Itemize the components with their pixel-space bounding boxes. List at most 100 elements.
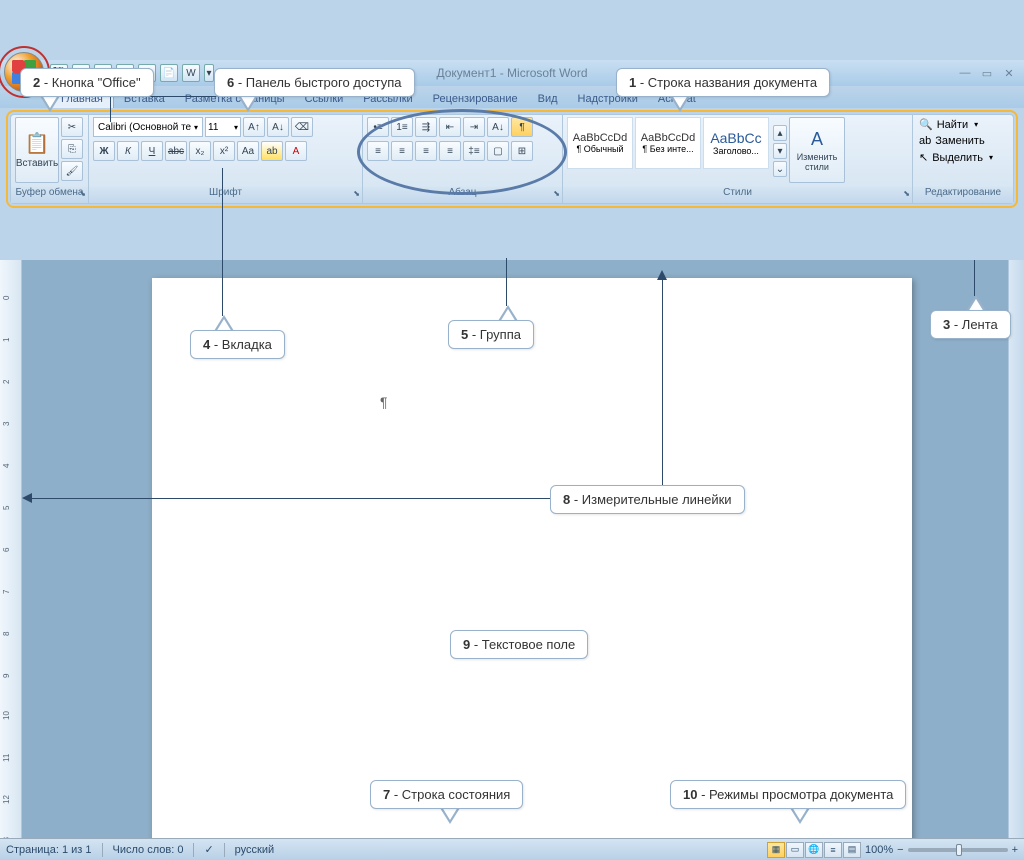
pilcrow-mark: ¶ <box>380 394 388 410</box>
tab-view[interactable]: Вид <box>528 90 568 108</box>
align-center-button[interactable]: ≡ <box>391 141 413 161</box>
close-button[interactable]: ✕ <box>1002 67 1016 80</box>
title-bar: 💾 ↶ ↷ ▦ 🖶 📄 W ▾ Документ1 - Microsoft Wo… <box>0 60 1024 86</box>
clear-format-button[interactable]: ⌫ <box>291 117 313 137</box>
strike-button[interactable]: abc <box>165 141 187 161</box>
page[interactable]: ¶ <box>152 278 912 838</box>
qat-preview-icon[interactable]: 📄 <box>160 64 178 82</box>
decrease-indent-button[interactable]: ⇤ <box>439 117 461 137</box>
arrow-8-v <box>662 278 663 486</box>
view-fullscreen[interactable]: ▭ <box>786 842 804 858</box>
launcher-icon[interactable]: ⬊ <box>553 189 560 198</box>
separator <box>224 843 225 857</box>
group-label-font: Шрифт⬊ <box>89 187 362 203</box>
status-words[interactable]: Число слов: 0 <box>113 844 184 856</box>
group-clipboard: 📋 Вставить ✂ ⎘ 🖌 Буфер обмена⬊ <box>11 115 89 203</box>
shrink-font-button[interactable]: A↓ <box>267 117 289 137</box>
styles-more[interactable]: ⌄ <box>773 161 787 177</box>
qat-more-icon[interactable]: ▾ <box>204 64 214 82</box>
multilevel-button[interactable]: ⇶ <box>415 117 437 137</box>
callout-1: 1 - Строка названия документа <box>616 68 830 97</box>
style-normal[interactable]: AaBbCcDd¶ Обычный <box>567 117 633 169</box>
minimize-button[interactable]: — <box>958 67 972 80</box>
bullets-button[interactable]: •≡ <box>367 117 389 137</box>
proofing-icon[interactable]: ✓ <box>204 843 213 856</box>
callout-3: 3 - Лента <box>930 310 1011 339</box>
underline-button[interactable]: Ч <box>141 141 163 161</box>
callout-5: 5 - Группа <box>448 320 534 349</box>
callout-7-tail <box>440 808 460 824</box>
arrow-8-up <box>657 270 667 280</box>
styles-scroll-down[interactable]: ▾ <box>773 143 787 159</box>
replace-button[interactable]: abЗаменить <box>917 134 1009 148</box>
cut-button[interactable]: ✂ <box>61 117 83 137</box>
group-styles: AaBbCcDd¶ Обычный AaBbCcDd¶ Без инте... … <box>563 115 913 203</box>
highlight-button[interactable]: ab <box>261 141 283 161</box>
line-spacing-button[interactable]: ‡≡ <box>463 141 485 161</box>
status-lang[interactable]: русский <box>235 844 274 856</box>
maximize-button[interactable]: ▭ <box>980 67 994 80</box>
callout-8: 8 - Измерительные линейки <box>550 485 745 514</box>
group-label-clipboard: Буфер обмена⬊ <box>11 187 88 203</box>
zoom-level[interactable]: 100% <box>865 844 893 856</box>
change-case-button[interactable]: Aa <box>237 141 259 161</box>
view-print-layout[interactable]: ▦ <box>767 842 785 858</box>
copy-button[interactable]: ⎘ <box>61 139 83 159</box>
tab-review[interactable]: Рецензирование <box>423 90 528 108</box>
styles-scroll-up[interactable]: ▴ <box>773 125 787 141</box>
view-outline[interactable]: ≡ <box>824 842 842 858</box>
zoom-out-button[interactable]: − <box>897 844 903 856</box>
callout-2-tail <box>40 96 60 112</box>
ribbon-tabs: Главная Вставка Разметка страницы Ссылки… <box>0 86 1024 108</box>
font-size-combo[interactable]: 11▾ <box>205 117 241 137</box>
group-label-editing: Редактирование <box>913 187 1013 203</box>
view-draft[interactable]: ▤ <box>843 842 861 858</box>
borders-button[interactable]: ⊞ <box>511 141 533 161</box>
change-styles-button[interactable]: A Изменить стили <box>789 117 845 183</box>
align-left-button[interactable]: ≡ <box>367 141 389 161</box>
status-page[interactable]: Страница: 1 из 1 <box>6 844 92 856</box>
view-web[interactable]: 🌐 <box>805 842 823 858</box>
launcher-icon[interactable]: ⬊ <box>79 189 86 198</box>
group-editing: 🔍Найти▾ abЗаменить ↖Выделить▾ Редактиров… <box>913 115 1013 203</box>
vertical-scrollbar[interactable] <box>1008 260 1024 838</box>
increase-indent-button[interactable]: ⇥ <box>463 117 485 137</box>
sort-button[interactable]: A↓ <box>487 117 509 137</box>
align-right-button[interactable]: ≡ <box>415 141 437 161</box>
shading-button[interactable]: ▢ <box>487 141 509 161</box>
justify-button[interactable]: ≡ <box>439 141 461 161</box>
arrow-8-h <box>30 498 550 499</box>
subscript-button[interactable]: x₂ <box>189 141 211 161</box>
superscript-button[interactable]: x² <box>213 141 235 161</box>
zoom-in-button[interactable]: + <box>1012 844 1018 856</box>
callout-6: 6 - Панель быстрого доступа <box>214 68 415 97</box>
launcher-icon[interactable]: ⬊ <box>353 189 360 198</box>
font-color-button[interactable]: A <box>285 141 307 161</box>
qat-word-icon[interactable]: W <box>182 64 200 82</box>
status-bar: Страница: 1 из 1 Число слов: 0 ✓ русский… <box>0 838 1024 860</box>
callout-10-tail <box>790 808 810 824</box>
grow-font-button[interactable]: A↑ <box>243 117 265 137</box>
zoom-thumb[interactable] <box>956 844 962 856</box>
change-styles-icon: A <box>811 129 823 150</box>
launcher-icon[interactable]: ⬊ <box>903 189 910 198</box>
style-heading[interactable]: AaBbCcЗаголово... <box>703 117 769 169</box>
bold-button[interactable]: Ж <box>93 141 115 161</box>
zoom-slider[interactable] <box>908 848 1008 852</box>
numbering-button[interactable]: 1≡ <box>391 117 413 137</box>
show-marks-button[interactable]: ¶ <box>511 117 533 137</box>
separator <box>102 843 103 857</box>
format-painter-button[interactable]: 🖌 <box>61 161 83 181</box>
style-nospacing[interactable]: AaBbCcDd¶ Без инте... <box>635 117 701 169</box>
italic-button[interactable]: К <box>117 141 139 161</box>
window-controls: — ▭ ✕ <box>958 67 1016 80</box>
select-button[interactable]: ↖Выделить▾ <box>917 150 1009 165</box>
callout-4-tail <box>214 315 234 331</box>
find-button[interactable]: 🔍Найти▾ <box>917 117 1009 132</box>
replace-icon: ab <box>919 135 931 147</box>
paste-button[interactable]: 📋 Вставить <box>15 117 59 183</box>
callout-10: 10 - Режимы просмотра документа <box>670 780 906 809</box>
vertical-ruler[interactable]: 012345678910111213 <box>0 260 22 838</box>
view-buttons: ▦ ▭ 🌐 ≡ ▤ <box>767 842 861 858</box>
callout-6-tail <box>238 96 258 112</box>
